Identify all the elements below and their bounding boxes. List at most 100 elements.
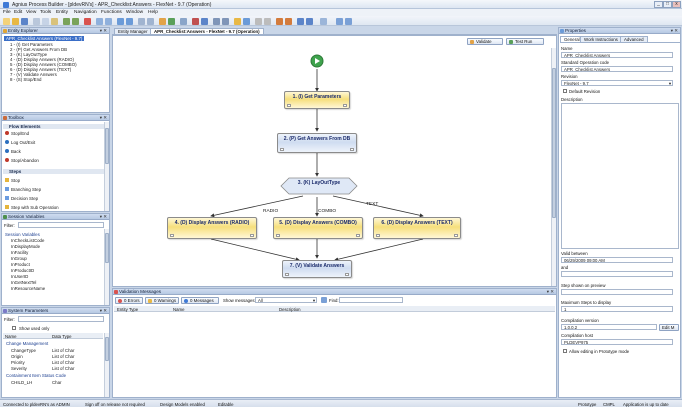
- toolbox-item[interactable]: Branching Step: [11, 187, 41, 192]
- name-field[interactable]: APR_Checklist Answers: [561, 52, 673, 58]
- close-button[interactable]: x: [672, 1, 681, 8]
- variable-item[interactable]: InResourceName: [11, 286, 45, 291]
- grid-icon[interactable]: [117, 17, 124, 25]
- cut-icon[interactable]: [33, 17, 40, 25]
- run-icon[interactable]: [168, 17, 175, 25]
- column-header[interactable]: Name: [5, 334, 16, 339]
- disconnect-icon[interactable]: [306, 17, 313, 25]
- revision-field[interactable]: FlexNet - 9.7 ▾: [561, 80, 673, 86]
- menu-navigation[interactable]: Navigation: [74, 10, 97, 15]
- toolbox-item[interactable]: Step with Sub Operation: [11, 205, 59, 210]
- variable-item[interactable]: InFacility: [11, 250, 28, 255]
- description-textarea[interactable]: [561, 103, 679, 249]
- tree-root[interactable]: APR_Checklist Answers (FlexNet - 9.7): [4, 36, 85, 41]
- tools-icon[interactable]: [213, 17, 220, 25]
- help-icon[interactable]: [320, 17, 327, 25]
- print-icon[interactable]: [180, 17, 187, 25]
- import-icon[interactable]: [285, 17, 292, 25]
- copy-icon[interactable]: [42, 17, 49, 25]
- edit-button[interactable]: Edit M: [659, 324, 679, 331]
- filter-input[interactable]: [18, 222, 104, 228]
- toolbox-group-flow[interactable]: Flow Elements: [3, 124, 108, 129]
- prototype-checkbox[interactable]: [563, 349, 567, 353]
- column-header[interactable]: Description: [279, 307, 301, 312]
- toolbox-item[interactable]: Log Out/Exit: [11, 140, 35, 145]
- flow-node-display-text[interactable]: 6. (D) Display Answers (TEXT): [373, 217, 461, 239]
- menu-view[interactable]: View: [26, 10, 36, 15]
- toolbox-group-steps[interactable]: Steps: [3, 169, 108, 174]
- show-used-only-checkbox[interactable]: [12, 326, 16, 330]
- toolbox-item[interactable]: Back: [11, 149, 21, 154]
- pin-close-icon[interactable]: ▾ ✕: [100, 214, 107, 219]
- save-icon[interactable]: [21, 17, 28, 25]
- menu-edit[interactable]: Edit: [14, 10, 22, 15]
- zoom-out-icon[interactable]: [147, 17, 154, 25]
- validate-icon[interactable]: [159, 17, 166, 25]
- flow-node-validate-answers[interactable]: 7. (V) Validate Answers: [282, 260, 352, 278]
- valid-from-field[interactable]: 06/29/2009 09:00 AM: [561, 257, 673, 263]
- pin-close-icon[interactable]: ▾ ✕: [100, 115, 107, 120]
- std-code-field[interactable]: APR_Checklist Answers: [561, 66, 673, 72]
- menu-help[interactable]: Help: [148, 10, 158, 15]
- column-header[interactable]: Name: [173, 307, 184, 312]
- menu-functions[interactable]: Functions: [101, 10, 122, 15]
- variables-group[interactable]: Session Variables: [5, 232, 40, 237]
- parameter-name[interactable]: CHILD_LH: [11, 380, 32, 385]
- filter-input[interactable]: [18, 316, 104, 322]
- variables-scrollbar[interactable]: [104, 229, 109, 305]
- refresh-icon[interactable]: [201, 17, 208, 25]
- parameter-group[interactable]: Change Management: [6, 341, 48, 346]
- default-revision-checkbox[interactable]: [563, 89, 567, 93]
- toolbox-scrollbar[interactable]: [104, 122, 109, 211]
- new-icon[interactable]: [3, 17, 10, 25]
- window-icon[interactable]: [243, 17, 250, 25]
- variable-item[interactable]: InGroup: [11, 256, 27, 261]
- scroll-thumb[interactable]: [105, 233, 109, 263]
- align-icon[interactable]: [126, 17, 133, 25]
- flow-node-get-parameters[interactable]: 1. (I) Get Parameters: [284, 91, 350, 109]
- valid-to-field[interactable]: [561, 271, 673, 277]
- flow-node-get-answers[interactable]: 2. (P) Get Answers From DB: [277, 133, 357, 153]
- pin-close-icon[interactable]: ▾ ✕: [100, 308, 107, 313]
- scroll-thumb[interactable]: [105, 128, 109, 164]
- variable-item[interactable]: InProductID: [11, 268, 34, 273]
- parameter-group[interactable]: Containment Item Status Code: [6, 373, 66, 378]
- toolbox-item[interactable]: Stop: [11, 178, 20, 183]
- delete-icon[interactable]: [84, 17, 91, 25]
- parameter-name[interactable]: ChangeType: [11, 348, 36, 353]
- pin-close-icon[interactable]: ▾ ✕: [547, 289, 554, 294]
- menu-tools[interactable]: Tools: [40, 10, 51, 15]
- toolbox-item[interactable]: Decision Step: [11, 196, 38, 201]
- parameters-scrollbar[interactable]: [104, 333, 109, 397]
- search-icon[interactable]: [336, 17, 343, 25]
- undo-icon[interactable]: [63, 17, 70, 25]
- scroll-thumb[interactable]: [105, 337, 109, 361]
- column-header[interactable]: Entity Type: [117, 307, 138, 312]
- messages-filter-button[interactable]: 0 Messages: [181, 297, 219, 304]
- max-steps-field[interactable]: 1: [561, 306, 673, 312]
- step-shown-field[interactable]: [561, 289, 673, 295]
- settings-icon[interactable]: [255, 17, 262, 25]
- menu-entity[interactable]: Entity: [56, 10, 68, 15]
- open-folder-icon[interactable]: [12, 17, 19, 25]
- parameter-name[interactable]: Origin: [11, 354, 23, 359]
- variable-item[interactable]: InCheckListCode: [11, 238, 44, 243]
- properties-icon[interactable]: [96, 17, 103, 25]
- toolbox-item[interactable]: Stop/End: [11, 131, 29, 136]
- pin-close-icon[interactable]: ▾ ✕: [100, 28, 107, 33]
- variable-item[interactable]: InDisplayMode: [11, 244, 40, 249]
- menu-window[interactable]: Window: [126, 10, 143, 15]
- search-icon[interactable]: [321, 297, 327, 303]
- menu-file[interactable]: File: [3, 10, 11, 15]
- errors-filter-button[interactable]: 0 Errors: [115, 297, 143, 304]
- stop-icon[interactable]: [192, 17, 199, 25]
- parameter-name[interactable]: Priority: [11, 360, 25, 365]
- flow-node-display-combo[interactable]: 5. (D) Display Answers (COMBO): [273, 217, 363, 239]
- layout-icon[interactable]: [105, 17, 112, 25]
- warnings-filter-button[interactable]: 0 Warnings: [145, 297, 179, 304]
- export-icon[interactable]: [276, 17, 283, 25]
- flow-node-display-radio[interactable]: 4. (D) Display Answers (RADIO): [167, 217, 257, 239]
- show-messages-select[interactable]: All ▾: [255, 297, 317, 303]
- maximize-button[interactable]: □: [663, 1, 672, 8]
- redo-icon[interactable]: [72, 17, 79, 25]
